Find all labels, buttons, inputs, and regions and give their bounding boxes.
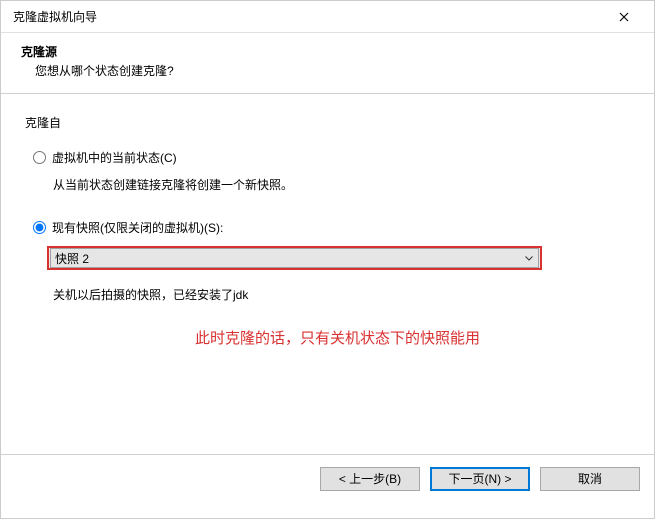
header-title: 克隆源 [21, 43, 638, 60]
next-button[interactable]: 下一页(N) > [430, 467, 530, 491]
radio-existing-snapshot[interactable]: 现有快照(仅限关闭的虚拟机)(S): [33, 219, 630, 236]
header-subtitle: 您想从哪个状态创建克隆? [35, 62, 638, 79]
snapshot-select-value: 快照 2 [55, 250, 520, 267]
annotation-text: 此时克隆的话，只有关机状态下的快照能用 [45, 327, 630, 348]
titlebar: 克隆虚拟机向导 [1, 1, 654, 33]
snapshot-select[interactable]: 快照 2 [47, 246, 542, 270]
wizard-footer: < 上一步(B) 下一页(N) > 取消 [1, 454, 654, 502]
window-title: 克隆虚拟机向导 [13, 8, 604, 25]
group-label: 克隆自 [25, 114, 630, 131]
radio-current-state-label: 虚拟机中的当前状态(C) [52, 149, 177, 166]
wizard-content: 克隆自 虚拟机中的当前状态(C) 从当前状态创建链接克隆将创建一个新快照。 现有… [1, 94, 654, 454]
radio-existing-snapshot-label: 现有快照(仅限关闭的虚拟机)(S): [52, 219, 223, 236]
back-button[interactable]: < 上一步(B) [320, 467, 420, 491]
wizard-header: 克隆源 您想从哪个状态创建克隆? [1, 33, 654, 94]
close-icon [619, 12, 629, 22]
chevron-down-icon [520, 256, 538, 261]
radio-existing-snapshot-input[interactable] [33, 221, 46, 234]
radio-current-state-input[interactable] [33, 151, 46, 164]
current-state-desc: 从当前状态创建链接克隆将创建一个新快照。 [53, 176, 630, 193]
cancel-button[interactable]: 取消 [540, 467, 640, 491]
snapshot-desc: 关机以后拍摄的快照，已经安装了jdk [53, 286, 630, 303]
close-button[interactable] [604, 1, 644, 32]
radio-current-state[interactable]: 虚拟机中的当前状态(C) [33, 149, 630, 166]
